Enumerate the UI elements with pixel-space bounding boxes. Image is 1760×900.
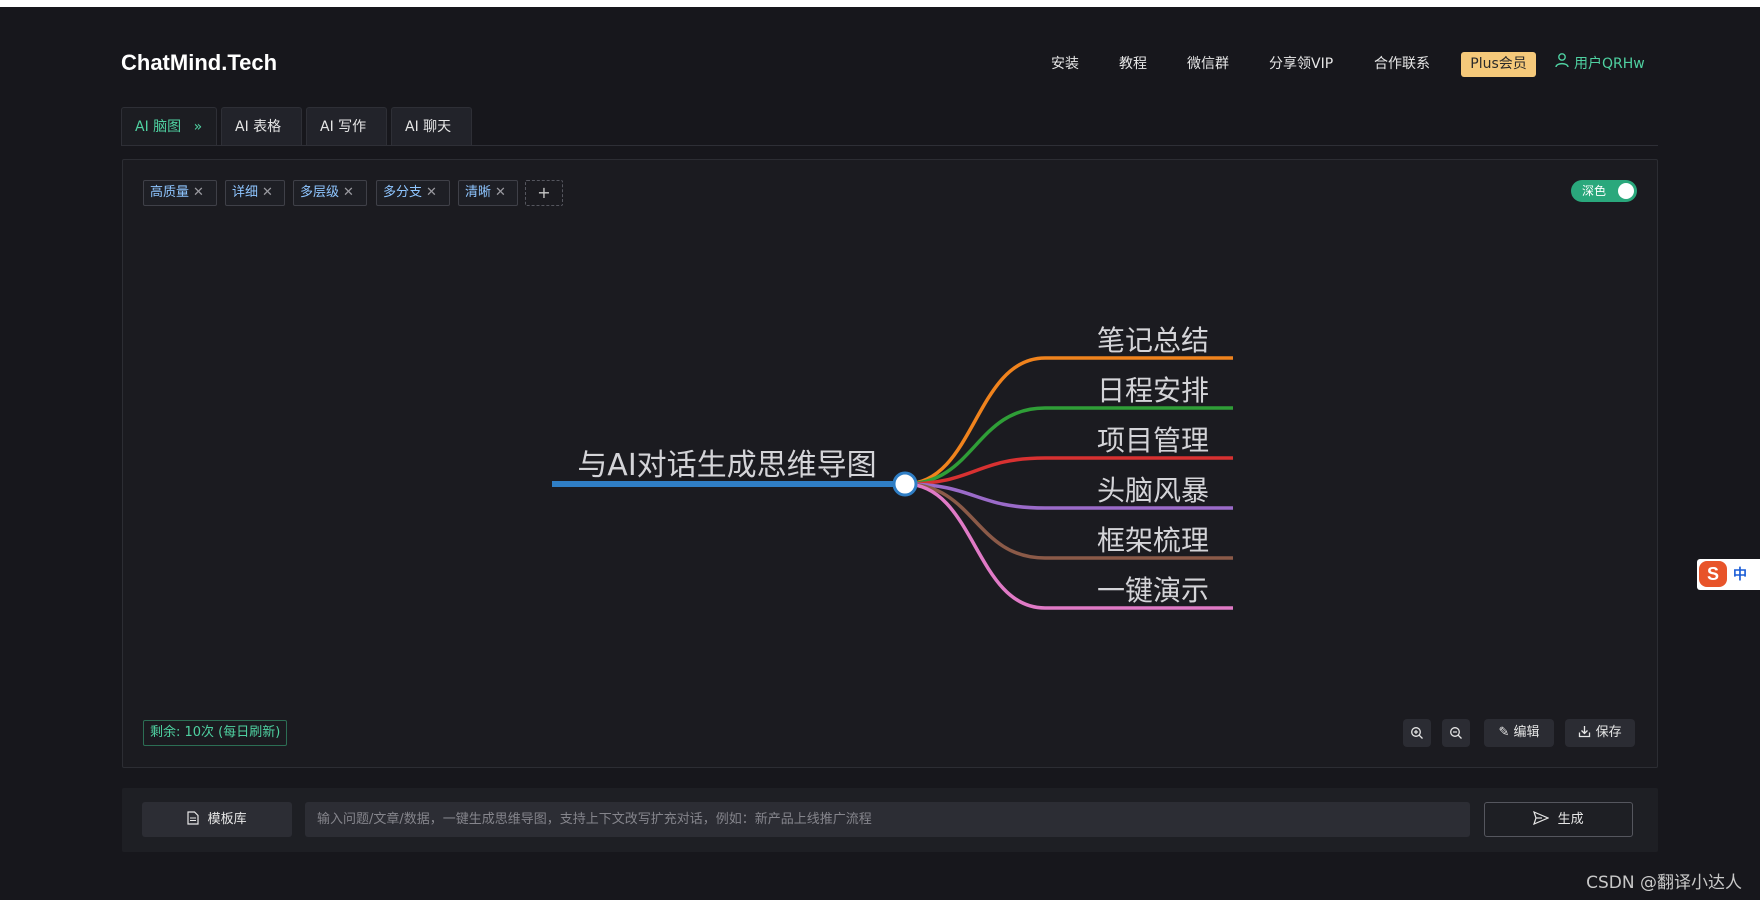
tab-label: AI 脑图	[135, 119, 182, 135]
send-icon	[1533, 810, 1550, 826]
top-strip	[0, 0, 1760, 7]
close-icon[interactable]: ✕	[343, 185, 354, 200]
zoom-in-button[interactable]	[1403, 719, 1431, 747]
edit-label: 编辑	[1513, 725, 1540, 740]
mindmap-branches: 笔记总结日程安排项目管理头脑风暴框架梳理一键演示	[904, 324, 1233, 610]
toggle-label: 深色	[1582, 184, 1607, 198]
tag-label: 详细	[232, 185, 259, 200]
double-chevron-icon: »	[193, 119, 203, 135]
tab-divider	[121, 145, 1658, 146]
remaining-quota-badge: 剩余: 10次 (每日刷新)	[143, 720, 288, 746]
tag-label: 多层级	[300, 185, 340, 200]
zoom-out-icon	[1450, 727, 1462, 739]
mindmap-canvas[interactable]: 笔记总结日程安排项目管理头脑风暴框架梳理一键演示 与AI对话生成思维导图	[123, 160, 1659, 769]
tab-ai-writing[interactable]: AI 写作	[306, 107, 387, 145]
watermark: CSDN @翻译小达人	[1586, 873, 1742, 893]
ime-mode: 中	[1733, 567, 1747, 583]
ime-indicator[interactable]: S 中	[1697, 559, 1760, 590]
close-icon[interactable]: ✕	[262, 185, 273, 200]
toggle-knob	[1618, 183, 1634, 199]
plus-icon: +	[537, 183, 551, 202]
save-button[interactable]: 保存	[1565, 719, 1635, 747]
plus-member-button[interactable]: Plus会员	[1461, 52, 1536, 77]
save-label: 保存	[1595, 725, 1622, 740]
generate-label: 生成	[1557, 812, 1584, 827]
tab-ai-table[interactable]: AI 表格	[221, 107, 302, 145]
tag-clear[interactable]: 清晰 ✕	[458, 180, 518, 206]
mindmap-branch-label[interactable]: 框架梳理	[1097, 524, 1209, 557]
tag-high-quality[interactable]: 高质量 ✕	[143, 180, 217, 206]
prompt-input[interactable]	[305, 802, 1470, 837]
user-name: 用户QRHw	[1574, 56, 1645, 72]
mindmap-collapse-node[interactable]	[892, 471, 918, 497]
template-label: 模板库	[207, 812, 247, 827]
nav-item-cooperation[interactable]: 合作联系	[1374, 52, 1430, 76]
zoom-in-icon	[1411, 727, 1423, 739]
nav-item-wechat-group[interactable]: 微信群	[1187, 52, 1229, 76]
mindmap-branch-label[interactable]: 笔记总结	[1097, 324, 1209, 357]
edit-button[interactable]: ✎ 编辑	[1484, 719, 1554, 747]
nav-item-tutorial[interactable]: 教程	[1119, 52, 1147, 76]
tab-ai-chat[interactable]: AI 聊天	[391, 107, 472, 145]
sogou-logo-icon: S	[1699, 561, 1727, 587]
mindmap-root-label[interactable]: 与AI对话生成思维导图	[577, 448, 876, 483]
download-icon	[1579, 726, 1591, 738]
generate-button[interactable]: 生成	[1484, 802, 1633, 837]
mindmap-branch-label[interactable]: 头脑风暴	[1097, 474, 1209, 507]
dark-mode-toggle[interactable]: 深色	[1571, 180, 1637, 202]
tab-ai-mindmap[interactable]: AI 脑图 »	[121, 107, 217, 145]
mindmap-branch-label[interactable]: 日程安排	[1097, 374, 1209, 407]
add-tag-button[interactable]: +	[525, 180, 563, 206]
document-icon	[187, 811, 200, 825]
nav-item-install[interactable]: 安装	[1051, 52, 1079, 76]
mindmap-panel: 笔记总结日程安排项目管理头脑风暴框架梳理一键演示 与AI对话生成思维导图 高质量…	[122, 159, 1658, 768]
nav-item-share-vip[interactable]: 分享领VIP	[1269, 52, 1333, 76]
close-icon[interactable]: ✕	[426, 185, 437, 200]
pencil-icon: ✎	[1498, 725, 1510, 740]
tag-multi-branch[interactable]: 多分支 ✕	[376, 180, 450, 206]
prompt-bar: 模板库 生成	[122, 788, 1658, 852]
close-icon[interactable]: ✕	[495, 185, 506, 200]
user-icon	[1554, 52, 1570, 76]
tag-label: 高质量	[150, 185, 190, 200]
tag-label: 多分支	[383, 185, 423, 200]
template-library-button[interactable]: 模板库	[142, 802, 292, 837]
tag-multi-level[interactable]: 多层级 ✕	[293, 180, 367, 206]
close-icon[interactable]: ✕	[193, 185, 204, 200]
tag-detailed[interactable]: 详细 ✕	[225, 180, 285, 206]
mindmap-branch-label[interactable]: 一键演示	[1097, 574, 1209, 607]
tag-label: 清晰	[465, 185, 492, 200]
zoom-out-button[interactable]	[1442, 719, 1470, 747]
user-account[interactable]: 用户QRHw	[1554, 52, 1645, 76]
mindmap-branch-label[interactable]: 项目管理	[1097, 424, 1209, 457]
